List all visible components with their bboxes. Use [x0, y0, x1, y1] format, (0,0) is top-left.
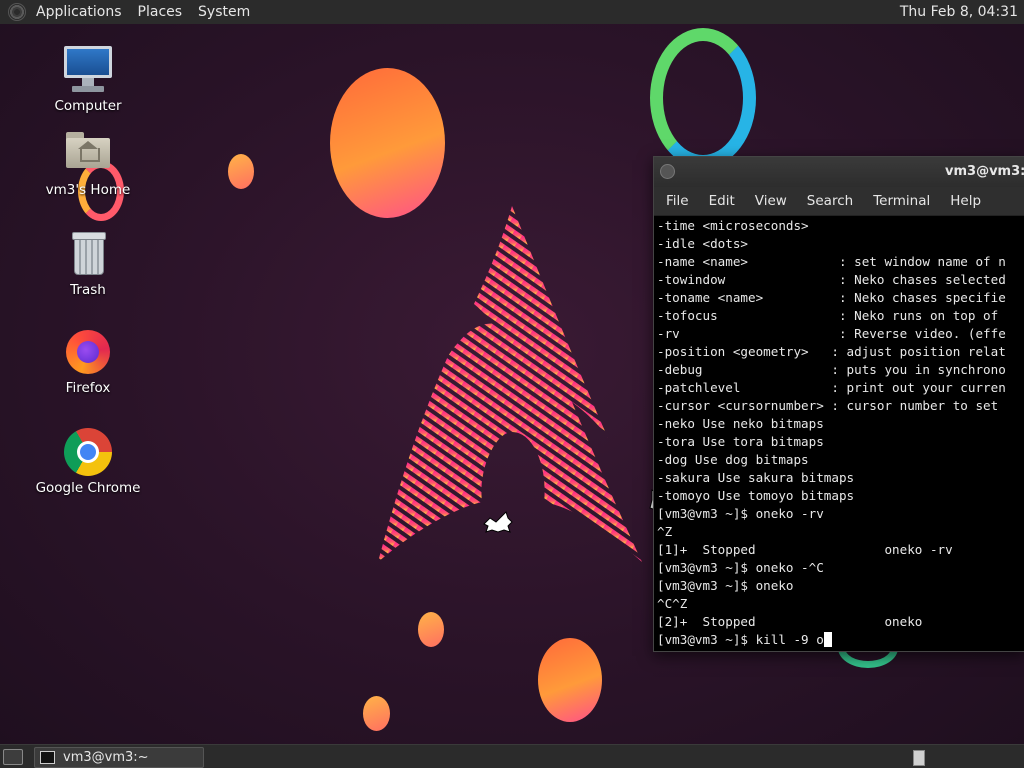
terminal-prompt: [vm3@vm3 ~]$ kill -9 o [657, 632, 824, 647]
terminal-menubar: File Edit View Search Terminal Help [654, 187, 1024, 216]
show-desktop-icon[interactable] [3, 749, 23, 765]
terminal-line: [vm3@vm3 ~]$ oneko [657, 578, 794, 593]
window-title: vm3@vm3:~ [945, 164, 1024, 179]
terminal-line: -name <name> : set window name of n [657, 254, 1006, 269]
desktop-icon-chrome[interactable]: Google Chrome [28, 428, 148, 496]
desktop-icon-label: Trash [70, 282, 106, 298]
terminal-icon [40, 751, 55, 764]
terminal-line: -cursor <cursornumber> : cursor number t… [657, 398, 999, 413]
terminal-line: [vm3@vm3 ~]$ oneko -rv [657, 506, 824, 521]
terminal-line: -rv : Reverse video. (effe [657, 326, 1006, 341]
applications-logo-icon[interactable] [8, 3, 26, 21]
terminal-line: [vm3@vm3 ~]$ oneko -^C [657, 560, 824, 575]
terminal-line: -towindow : Neko chases selected [657, 272, 1006, 287]
terminal-prompt-line[interactable]: [vm3@vm3 ~]$ kill -9 o [657, 631, 1024, 649]
terminal-line: ^C^Z [657, 596, 688, 611]
terminal-window[interactable]: vm3@vm3:~ File Edit View Search Terminal… [653, 156, 1024, 652]
menu-edit[interactable]: Edit [699, 187, 745, 215]
text-cursor [823, 632, 832, 647]
terminal-line: [1]+ Stopped oneko -rv [657, 542, 953, 557]
terminal-line: -tora Use tora bitmaps [657, 434, 824, 449]
wallpaper-orb-small [418, 612, 444, 647]
trash-icon [64, 230, 112, 278]
terminal-line: -idle <dots> [657, 236, 748, 251]
terminal-titlebar[interactable]: vm3@vm3:~ [654, 157, 1024, 187]
wallpaper-ring-green [650, 28, 756, 168]
home-folder-icon [64, 130, 112, 178]
terminal-line: ^Z [657, 524, 673, 539]
terminal-line: -tomoyo Use tomoyo bitmaps [657, 488, 855, 503]
terminal-line: -tofocus : Neko runs on top of [657, 308, 999, 323]
wallpaper-orb-large [330, 68, 445, 218]
terminal-line: -toname <name> : Neko chases specifie [657, 290, 1006, 305]
bottom-panel: vm3@vm3:~ [0, 744, 1024, 768]
desktop-icon-label: Google Chrome [35, 480, 141, 496]
desktop-icon-trash[interactable]: Trash [28, 230, 148, 298]
terminal-line: -time <microseconds> [657, 218, 809, 233]
menu-view[interactable]: View [745, 187, 797, 215]
desktop-icon-label: Computer [54, 98, 122, 114]
chrome-icon [64, 428, 112, 476]
firefox-icon [64, 328, 112, 376]
terminal-line: [2]+ Stopped oneko [657, 614, 923, 629]
menu-file[interactable]: File [656, 187, 699, 215]
menu-help[interactable]: Help [940, 187, 991, 215]
wallpaper-orb-small [228, 154, 254, 189]
menu-places[interactable]: Places [130, 0, 191, 24]
desktop-icon-firefox[interactable]: Firefox [28, 328, 148, 396]
terminal-line: -position <geometry> : adjust position r… [657, 344, 1006, 359]
terminal-line: -neko Use neko bitmaps [657, 416, 824, 431]
top-panel: Applications Places System Thu Feb 8, 04… [0, 0, 1024, 25]
terminal-output[interactable]: -time <microseconds> -idle <dots> -name <n… [657, 217, 1024, 651]
terminal-line: -sakura Use sakura bitmaps [657, 470, 855, 485]
wallpaper-orb-small [363, 696, 390, 731]
desktop-icon-computer[interactable]: Computer [28, 46, 148, 114]
arch-logo-icon [378, 206, 642, 562]
menu-applications[interactable]: Applications [28, 0, 130, 24]
close-icon[interactable] [660, 164, 675, 179]
desktop-icon-home[interactable]: vm3's Home [28, 130, 148, 198]
taskbar-window-button[interactable]: vm3@vm3:~ [34, 747, 204, 768]
neko-cat-icon [483, 511, 513, 533]
menu-system[interactable]: System [190, 0, 258, 24]
terminal-line: -patchlevel : print out your curren [657, 380, 1006, 395]
terminal-line: -debug : puts you in synchrono [657, 362, 1006, 377]
desktop-icon-label: vm3's Home [45, 182, 131, 198]
taskbar-window-label: vm3@vm3:~ [63, 750, 149, 765]
clock[interactable]: Thu Feb 8, 04:31 [900, 0, 1018, 24]
wallpaper-orb-medium [538, 638, 602, 722]
desktop-icon-label: Firefox [65, 380, 111, 396]
menu-search[interactable]: Search [797, 187, 863, 215]
terminal-line: -dog Use dog bitmaps [657, 452, 809, 467]
computer-icon [64, 46, 112, 94]
menu-terminal[interactable]: Terminal [863, 187, 940, 215]
workspace-switcher[interactable] [913, 750, 925, 766]
